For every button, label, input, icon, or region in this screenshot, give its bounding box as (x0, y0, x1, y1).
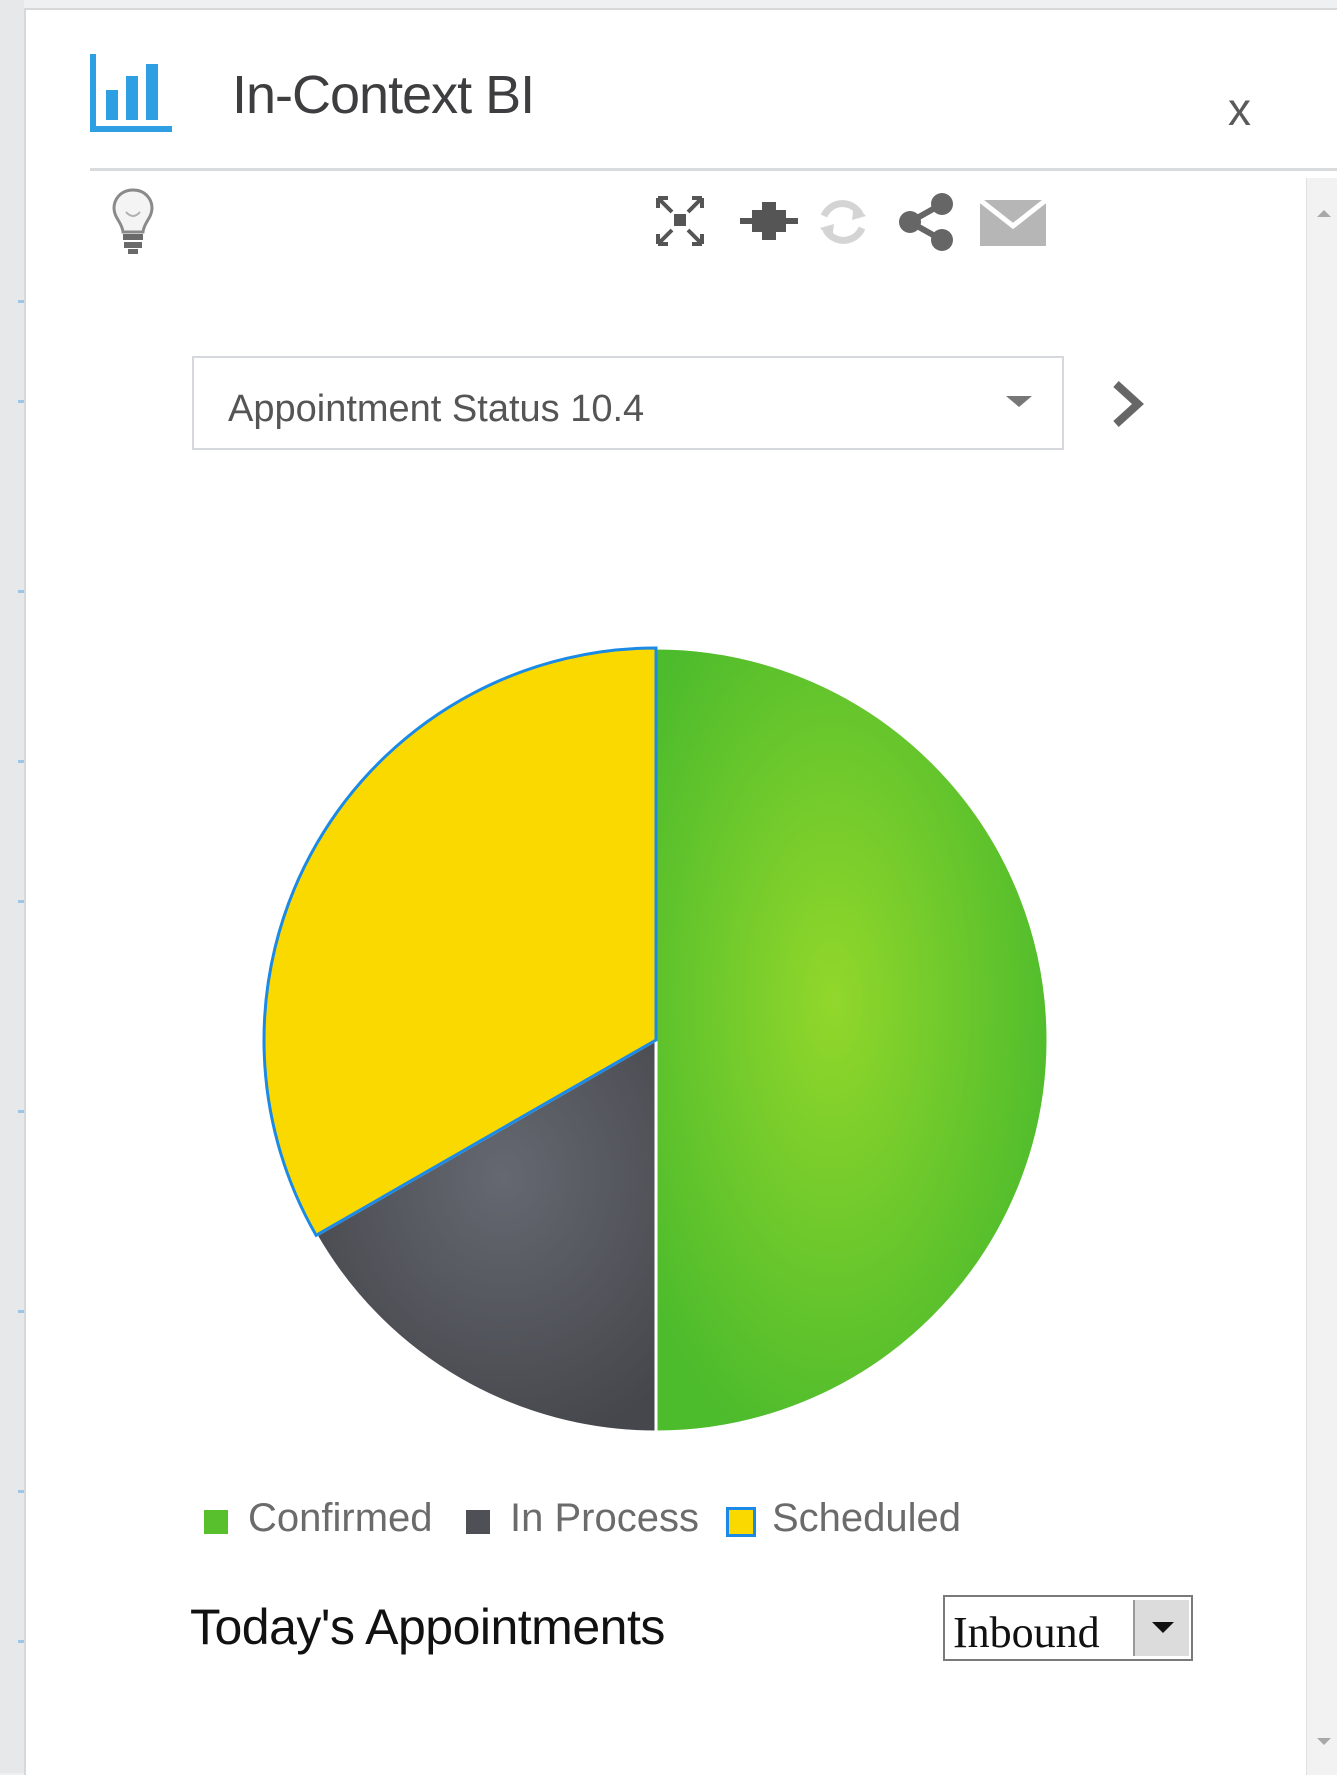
vertical-scrollbar[interactable] (1306, 178, 1337, 1775)
pin-icon[interactable] (738, 192, 800, 252)
pie-slice-confirmed[interactable] (654, 646, 1050, 1434)
legend-swatch-scheduled (726, 1507, 756, 1537)
in-context-bi-panel: In-Context BI x Appointment Status 10.4 … (24, 8, 1337, 1775)
fullscreen-icon[interactable] (652, 192, 708, 252)
direction-select-value: Inbound (953, 1608, 1100, 1657)
legend-label-scheduled[interactable]: Scheduled (772, 1498, 961, 1538)
todays-appointments-label: Today's Appointments (190, 1599, 665, 1655)
direction-select[interactable]: Inbound (943, 1595, 1193, 1661)
panel-title: In-Context BI (232, 65, 535, 125)
dropdown-arrow-button[interactable] (1133, 1600, 1189, 1656)
legend-swatch-in-process (466, 1510, 490, 1534)
bar-chart-icon (90, 54, 172, 132)
chevron-down-icon (1006, 396, 1032, 407)
background-window-strip (0, 0, 24, 1773)
chevron-right-icon[interactable] (1108, 376, 1148, 432)
close-button[interactable]: x (1228, 86, 1251, 132)
chevron-down-icon (1152, 1622, 1174, 1633)
scroll-down-arrow-icon[interactable] (1317, 1738, 1331, 1745)
report-dropdown[interactable]: Appointment Status 10.4 (192, 356, 1064, 450)
share-icon[interactable] (896, 192, 958, 252)
scroll-up-arrow-icon[interactable] (1317, 210, 1331, 217)
panel-header: In-Context BI x (90, 10, 1337, 171)
legend-label-in-process[interactable]: In Process (510, 1498, 699, 1538)
legend-swatch-confirmed (204, 1510, 228, 1534)
email-icon[interactable] (978, 192, 1048, 252)
refresh-icon[interactable] (812, 192, 874, 252)
appointment-status-pie-chart (262, 646, 1050, 1434)
lightbulb-icon[interactable] (108, 186, 158, 256)
report-dropdown-value: Appointment Status 10.4 (228, 388, 645, 430)
legend-label-confirmed[interactable]: Confirmed (248, 1498, 433, 1538)
